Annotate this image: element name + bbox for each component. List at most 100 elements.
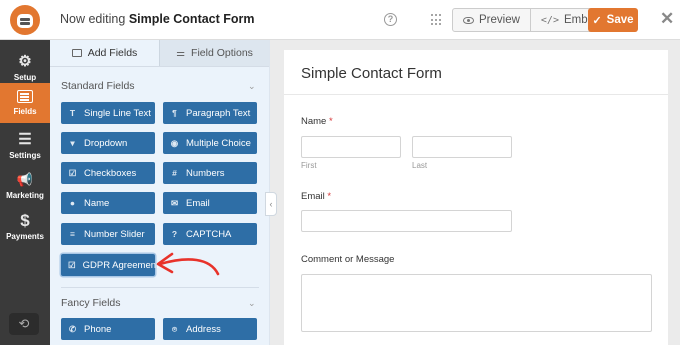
- hash-icon: #: [172, 168, 177, 178]
- field-button-numbers[interactable]: # Numbers: [163, 162, 257, 184]
- chevron-down-icon[interactable]: ⌄: [248, 81, 256, 92]
- help-icon[interactable]: ?: [384, 13, 397, 26]
- grid-menu-icon[interactable]: [431, 14, 443, 26]
- field-button-address[interactable]: ⌾ Address: [163, 318, 257, 340]
- name-field-label[interactable]: Name *: [301, 116, 333, 127]
- save-button[interactable]: ✓ Save: [588, 8, 638, 32]
- field-button-dropdown[interactable]: ▾ Dropdown: [61, 132, 155, 154]
- field-button-label: Dropdown: [84, 137, 128, 149]
- envelope-icon: ✉: [170, 197, 179, 208]
- email-input[interactable]: [301, 210, 512, 232]
- field-button-label: Phone: [84, 323, 112, 335]
- question-icon: ?: [171, 229, 178, 239]
- radio-icon: ◉: [170, 137, 179, 148]
- field-button-label: Checkboxes: [84, 167, 137, 179]
- last-name-input[interactable]: [412, 136, 512, 158]
- collapse-panel-handle[interactable]: ‹: [265, 192, 277, 216]
- first-sublabel: First: [301, 161, 317, 170]
- chevron-down-icon[interactable]: ⌄: [248, 298, 256, 309]
- standard-fields-title[interactable]: Standard Fields: [61, 80, 135, 92]
- comment-field-label[interactable]: Comment or Message: [301, 254, 394, 265]
- user-icon: ●: [69, 198, 76, 208]
- eye-icon: [463, 16, 474, 24]
- map-pin-icon: ⌾: [171, 323, 178, 334]
- preview-label: Preview: [479, 14, 520, 26]
- sidebar-item-label: Settings: [9, 151, 41, 160]
- field-button-label: Address: [186, 323, 221, 335]
- tab-add-fields[interactable]: Add Fields: [50, 40, 159, 66]
- sliders-icon: ⚌: [176, 47, 186, 59]
- save-label: Save: [606, 14, 634, 26]
- required-asterisk: *: [327, 191, 332, 202]
- tab-label: Field Options: [191, 47, 253, 59]
- field-button-multiple-choice[interactable]: ◉ Multiple Choice: [163, 132, 257, 154]
- email-field-label[interactable]: Email *: [301, 191, 331, 202]
- sidebar-item-label: Marketing: [6, 191, 44, 200]
- dollar-icon: $: [20, 211, 30, 230]
- revisions-history-icon[interactable]: ⟲: [9, 313, 39, 335]
- sidebar-item-payments[interactable]: $ Payments: [0, 207, 50, 247]
- sidebar-item-settings[interactable]: ☰ Settings: [0, 126, 50, 166]
- sidebar-item-setup[interactable]: ⚙ Setup: [0, 48, 50, 88]
- field-button-phone[interactable]: ✆ Phone: [61, 318, 155, 340]
- form-title[interactable]: Simple Contact Form: [301, 65, 442, 82]
- field-button-single-line-text[interactable]: T Single Line Text: [61, 102, 155, 124]
- name-label-text: Name: [301, 116, 327, 127]
- sidebar-item-marketing[interactable]: 📢 Marketing: [0, 166, 50, 206]
- wpforms-logo[interactable]: [0, 0, 50, 40]
- field-button-checkboxes[interactable]: ☑ Checkboxes: [61, 162, 155, 184]
- checkbox-icon: ☑: [68, 259, 76, 270]
- text-icon: T: [69, 108, 76, 118]
- sidebar-item-fields[interactable]: Fields: [0, 83, 50, 123]
- form-title-divider: [284, 94, 668, 95]
- field-button-label: Paragraph Text: [186, 107, 251, 119]
- field-button-label: Numbers: [186, 167, 225, 179]
- top-bar: Now editing Simple Contact Form ? Previe…: [0, 0, 680, 40]
- comment-textarea[interactable]: [301, 274, 652, 332]
- close-icon[interactable]: ✕: [660, 10, 674, 28]
- field-button-label: CAPTCHA: [186, 228, 232, 240]
- sidebar-item-label: Fields: [13, 107, 37, 116]
- sidebar-item-label: Payments: [6, 232, 44, 241]
- field-button-email[interactable]: ✉ Email: [163, 192, 257, 214]
- sliders-icon: ☰: [18, 131, 32, 148]
- editing-form-name: Simple Contact Form: [128, 12, 255, 26]
- tab-label: Add Fields: [87, 47, 138, 59]
- paragraph-icon: ¶: [172, 108, 177, 118]
- left-sidebar: ⚙ Setup Fields ☰ Settings 📢 Marketing $ …: [0, 40, 50, 345]
- field-button-number-slider[interactable]: ≡ Number Slider: [61, 223, 155, 245]
- form-preview-canvas: Simple Contact Form Name * First Last Em…: [284, 50, 668, 345]
- last-sublabel: Last: [412, 161, 428, 170]
- editing-prefix: Now editing: [60, 12, 126, 26]
- sidebar-item-label: Setup: [13, 73, 37, 82]
- gear-icon: ⚙: [18, 53, 32, 70]
- list-icon: [71, 49, 82, 57]
- dropdown-icon: ▾: [70, 137, 75, 148]
- field-button-paragraph-text[interactable]: ¶ Paragraph Text: [163, 102, 257, 124]
- tab-field-options[interactable]: ⚌ Field Options: [159, 40, 269, 66]
- section-divider: [61, 287, 259, 288]
- red-arrow-annotation: [156, 252, 220, 276]
- field-button-gdpr-agreement[interactable]: ☑ GDPR Agreement: [61, 254, 159, 276]
- first-name-input[interactable]: [301, 136, 401, 158]
- email-label-text: Email: [301, 191, 325, 202]
- fields-icon: [17, 90, 33, 103]
- phone-icon: ✆: [68, 323, 77, 334]
- checkbox-icon: ☑: [68, 167, 77, 178]
- field-button-label: Number Slider: [84, 228, 145, 240]
- panel-tabs: Add Fields ⚌ Field Options: [50, 40, 269, 67]
- required-asterisk: *: [328, 116, 333, 127]
- field-button-label: Email: [186, 197, 210, 209]
- bear-logo-icon: [10, 5, 40, 35]
- code-icon: </>: [540, 14, 559, 26]
- fields-panel: Add Fields ⚌ Field Options Standard Fiel…: [50, 40, 270, 345]
- megaphone-icon: 📢: [16, 172, 34, 187]
- preview-button[interactable]: Preview: [453, 9, 530, 31]
- editing-title: Now editing Simple Contact Form: [60, 12, 255, 26]
- check-icon: ✓: [592, 14, 602, 27]
- field-button-name[interactable]: ● Name: [61, 192, 155, 214]
- field-button-label: GDPR Agreement: [82, 259, 159, 271]
- field-button-label: Single Line Text: [84, 107, 151, 119]
- field-button-label: Name: [84, 197, 110, 209]
- fancy-fields-title[interactable]: Fancy Fields: [61, 297, 121, 309]
